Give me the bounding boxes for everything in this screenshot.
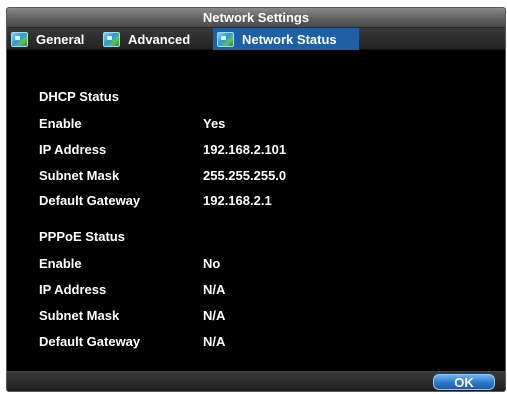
network-settings-window: Network Settings General Advanced Networ… bbox=[6, 7, 506, 392]
pppoe-status-heading: PPPoE Status bbox=[39, 229, 125, 244]
title-bar: Network Settings bbox=[7, 8, 505, 28]
dhcp-subnet-mask-value: 255.255.255.0 bbox=[203, 168, 287, 183]
pppoe-enable-label: Enable bbox=[39, 256, 82, 271]
pppoe-subnet-mask-value: N/A bbox=[203, 308, 226, 323]
tab-general-label: General bbox=[36, 31, 85, 47]
pppoe-default-gateway-value: N/A bbox=[203, 334, 226, 349]
dhcp-enable-label: Enable bbox=[39, 116, 82, 131]
network-status-panel: DHCP Status Enable Yes IP Address 192.16… bbox=[7, 50, 505, 373]
network-settings-icon bbox=[217, 31, 234, 47]
pppoe-ip-address-label: IP Address bbox=[39, 282, 107, 297]
dhcp-enable-value: Yes bbox=[203, 116, 226, 131]
dhcp-ip-address-value: 192.168.2.101 bbox=[203, 142, 287, 157]
tab-network-status-label: Network Status bbox=[242, 31, 337, 47]
tab-general[interactable]: General bbox=[7, 28, 99, 50]
pppoe-ip-address-value: N/A bbox=[203, 282, 226, 297]
dhcp-ip-address-label: IP Address bbox=[39, 142, 107, 157]
tab-advanced[interactable]: Advanced bbox=[99, 28, 213, 50]
tab-network-status[interactable]: Network Status bbox=[213, 28, 359, 50]
ok-button[interactable]: OK bbox=[433, 374, 495, 390]
tab-bar: General Advanced Network Status bbox=[7, 28, 505, 50]
tab-advanced-label: Advanced bbox=[128, 31, 191, 47]
dhcp-default-gateway-label: Default Gateway bbox=[39, 193, 141, 208]
footer-bar: OK bbox=[7, 371, 505, 391]
network-settings-icon bbox=[103, 31, 120, 47]
dhcp-status-heading: DHCP Status bbox=[39, 89, 119, 104]
dhcp-subnet-mask-label: Subnet Mask bbox=[39, 168, 120, 183]
pppoe-default-gateway-label: Default Gateway bbox=[39, 334, 141, 349]
network-settings-icon bbox=[11, 31, 28, 47]
dhcp-default-gateway-value: 192.168.2.1 bbox=[203, 193, 272, 208]
pppoe-enable-value: No bbox=[203, 256, 221, 271]
window-title: Network Settings bbox=[202, 10, 310, 25]
pppoe-subnet-mask-label: Subnet Mask bbox=[39, 308, 120, 323]
